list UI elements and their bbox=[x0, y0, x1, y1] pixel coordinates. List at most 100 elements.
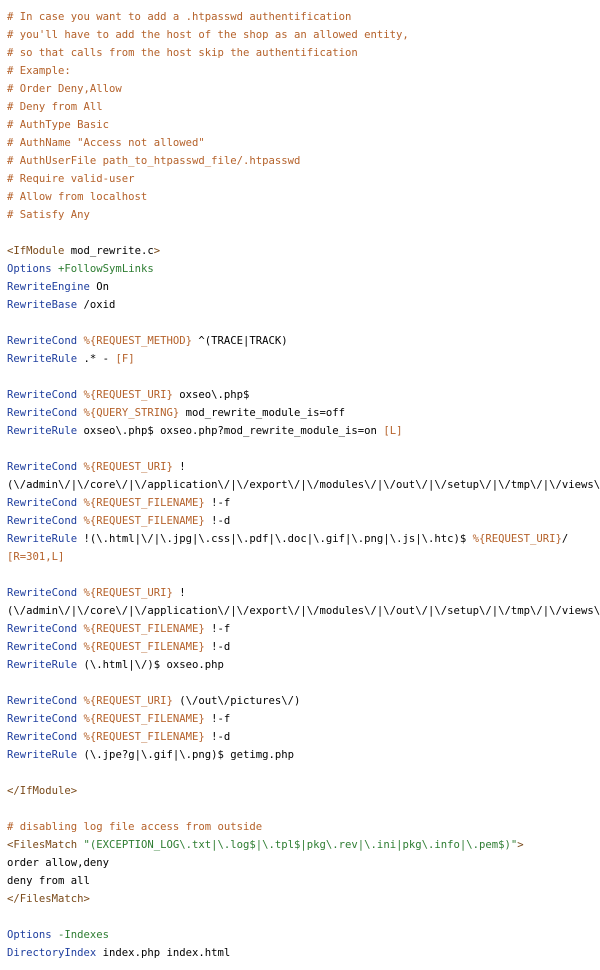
code-token-directive: RewriteCond bbox=[7, 587, 78, 599]
code-token-directive: RewriteCond bbox=[7, 515, 78, 527]
code-token-directive: RewriteRule bbox=[7, 533, 78, 545]
code-line: </IfModule> bbox=[7, 782, 600, 800]
code-token-directive: RewriteRule bbox=[7, 425, 78, 437]
code-token-directive: RewriteCond bbox=[7, 623, 78, 635]
code-token-plain: mod_rewrite_module_is=off bbox=[179, 407, 346, 419]
code-token-str: "(EXCEPTION_LOG\.txt|\.log$|\.tpl$|pkg\.… bbox=[77, 839, 518, 851]
code-token-var: %{REQUEST_URI} bbox=[77, 389, 173, 401]
code-token-plain: oxseo\.php$ bbox=[172, 389, 250, 401]
code-token-plain: / bbox=[561, 533, 569, 545]
code-token-plain: (\/out\/pictures\/) bbox=[172, 695, 301, 707]
code-line: # Deny from All bbox=[7, 98, 600, 116]
code-line: RewriteCond %{REQUEST_URI} (\/out\/pictu… bbox=[7, 692, 600, 710]
code-token-directive: RewriteCond bbox=[7, 641, 78, 653]
code-token-directive: RewriteRule bbox=[7, 659, 78, 671]
code-line: RewriteRule !(\.html|\/|\.jpg|\.css|\.pd… bbox=[7, 530, 600, 548]
code-line: DirectoryIndex index.php index.html bbox=[7, 944, 600, 962]
code-line: order allow,deny bbox=[7, 854, 600, 872]
code-line: </FilesMatch> bbox=[7, 890, 600, 908]
code-token-comment: # Deny from All bbox=[7, 101, 103, 113]
code-token-comment: # Order Deny,Allow bbox=[7, 83, 122, 95]
code-token-comment: # you'll have to add the host of the sho… bbox=[7, 29, 409, 41]
code-token-str: +FollowSymLinks bbox=[51, 263, 154, 275]
code-token-directive: RewriteCond bbox=[7, 389, 78, 401]
code-token-directive: RewriteCond bbox=[7, 731, 78, 743]
code-line: # Satisfy Any bbox=[7, 206, 600, 224]
code-token-directive: RewriteCond bbox=[7, 695, 78, 707]
code-token-comment: # AuthUserFile path_to_htpasswd_file/.ht… bbox=[7, 155, 301, 167]
code-token-plain: index.php index.html bbox=[96, 947, 231, 959]
code-token-var: [L] bbox=[383, 425, 403, 437]
code-token-var: %{REQUEST_FILENAME} bbox=[77, 623, 205, 635]
code-line: (\/admin\/|\/core\/|\/application\/|\/ex… bbox=[7, 476, 600, 494]
code-token-comment: # Require valid-user bbox=[7, 173, 135, 185]
code-token-directive: RewriteBase bbox=[7, 299, 78, 311]
code-line: # you'll have to add the host of the sho… bbox=[7, 26, 600, 44]
code-line: RewriteCond %{REQUEST_URI} ! bbox=[7, 458, 600, 476]
code-line: deny from all bbox=[7, 872, 600, 890]
code-token-var: %{REQUEST_URI} bbox=[472, 533, 562, 545]
code-token-plain: (\/admin\/|\/core\/|\/application\/|\/ex… bbox=[7, 479, 600, 491]
code-line: RewriteCond %{QUERY_STRING} mod_rewrite_… bbox=[7, 404, 600, 422]
code-token-directive: RewriteRule bbox=[7, 353, 78, 365]
code-token-directive: RewriteRule bbox=[7, 749, 78, 761]
code-token-plain: !-f bbox=[204, 623, 231, 635]
code-token-var: %{REQUEST_FILENAME} bbox=[77, 515, 205, 527]
code-token-var: %{REQUEST_METHOD} bbox=[77, 335, 192, 347]
code-token-tag: </IfModule> bbox=[7, 785, 78, 797]
code-token-plain: !-f bbox=[204, 713, 231, 725]
code-line: RewriteCond %{REQUEST_FILENAME} !-d bbox=[7, 512, 600, 530]
code-token-var: %{REQUEST_FILENAME} bbox=[77, 731, 205, 743]
code-line: RewriteCond %{REQUEST_FILENAME} !-f bbox=[7, 710, 600, 728]
code-line: (\/admin\/|\/core\/|\/application\/|\/ex… bbox=[7, 602, 600, 620]
code-token-plain: (\/admin\/|\/core\/|\/application\/|\/ex… bbox=[7, 605, 600, 617]
code-token-directive: RewriteCond bbox=[7, 497, 78, 509]
code-token-comment: # Satisfy Any bbox=[7, 209, 90, 221]
code-token-plain: order allow,deny bbox=[7, 857, 110, 869]
code-line: [R=301,L] bbox=[7, 548, 600, 566]
code-token-plain: oxseo\.php$ oxseo.php?mod_rewrite_module… bbox=[77, 425, 384, 437]
code-line: RewriteCond %{REQUEST_FILENAME} !-f bbox=[7, 494, 600, 512]
code-line: RewriteCond %{REQUEST_FILENAME} !-d bbox=[7, 638, 600, 656]
code-line: RewriteRule .* - [F] bbox=[7, 350, 600, 368]
code-token-plain: !(\.html|\/|\.jpg|\.css|\.pdf|\.doc|\.gi… bbox=[77, 533, 473, 545]
code-line: RewriteRule (\.jpe?g|\.gif|\.png)$ getim… bbox=[7, 746, 600, 764]
code-token-directive: Options bbox=[7, 929, 52, 941]
code-line: RewriteCond %{REQUEST_METHOD} ^(TRACE|TR… bbox=[7, 332, 600, 350]
code-token-var: %{REQUEST_URI} bbox=[77, 461, 173, 473]
code-token-var: %{REQUEST_FILENAME} bbox=[77, 713, 205, 725]
code-token-directive: RewriteEngine bbox=[7, 281, 90, 293]
code-token-comment: # In case you want to add a .htpasswd au… bbox=[7, 11, 352, 23]
code-token-directive: Options bbox=[7, 263, 52, 275]
code-token-tag: <IfModule bbox=[7, 245, 65, 257]
code-line: RewriteCond %{REQUEST_FILENAME} !-f bbox=[7, 620, 600, 638]
code-line: # In case you want to add a .htpasswd au… bbox=[7, 8, 600, 26]
code-line: <IfModule mod_rewrite.c> bbox=[7, 242, 600, 260]
code-line: # Allow from localhost bbox=[7, 188, 600, 206]
code-line: RewriteEngine On bbox=[7, 278, 600, 296]
code-token-plain: !-d bbox=[204, 641, 231, 653]
code-token-var: %{REQUEST_URI} bbox=[77, 695, 173, 707]
code-token-comment: # AuthType Basic bbox=[7, 119, 110, 131]
code-token-var: [R=301,L] bbox=[7, 551, 65, 563]
code-line: RewriteCond %{REQUEST_URI} oxseo\.php$ bbox=[7, 386, 600, 404]
code-listing: # In case you want to add a .htpasswd au… bbox=[0, 0, 600, 962]
code-token-directive: RewriteCond bbox=[7, 407, 78, 419]
code-line: # Example: bbox=[7, 62, 600, 80]
code-token-var: %{REQUEST_URI} bbox=[77, 587, 173, 599]
code-token-var: %{REQUEST_FILENAME} bbox=[77, 641, 205, 653]
code-line: # so that calls from the host skip the a… bbox=[7, 44, 600, 62]
code-line: # AuthName "Access not allowed" bbox=[7, 134, 600, 152]
code-token-plain: /oxid bbox=[77, 299, 116, 311]
code-token-plain: ^(TRACE|TRACK) bbox=[191, 335, 288, 347]
code-line: RewriteRule (\.html|\/)$ oxseo.php bbox=[7, 656, 600, 674]
code-token-comment: # Allow from localhost bbox=[7, 191, 148, 203]
code-line: # AuthType Basic bbox=[7, 116, 600, 134]
code-line: RewriteBase /oxid bbox=[7, 296, 600, 314]
code-token-tag: > bbox=[517, 839, 524, 851]
